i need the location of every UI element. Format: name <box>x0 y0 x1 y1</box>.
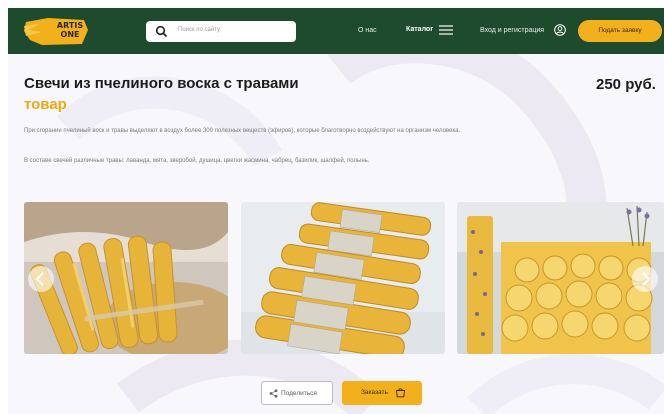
logo-text: ARTIS ONE <box>56 21 84 39</box>
gallery-prev-button[interactable] <box>28 266 54 292</box>
share-button[interactable]: Поделиться <box>261 381 333 405</box>
product-tag: товар <box>24 96 67 113</box>
share-label: Поделиться <box>281 390 317 397</box>
product-ingredients: В составе свечей различные травы: лаванд… <box>24 158 370 164</box>
share-icon <box>269 389 278 398</box>
gallery-photo-1[interactable] <box>24 202 228 354</box>
nav-login-link[interactable]: Вход и регистрация <box>480 27 544 34</box>
search-icon <box>155 25 168 38</box>
page-frame: ARTIS ONE Поиск по сайту О нас Каталог В… <box>8 8 664 414</box>
cart-icon <box>395 388 406 398</box>
site-header: ARTIS ONE Поиск по сайту О нас Каталог В… <box>8 8 664 54</box>
gallery-photo-2[interactable] <box>241 202 445 354</box>
product-price: 250 руб. <box>596 76 656 93</box>
order-button[interactable]: Заказать <box>342 381 422 405</box>
logo[interactable]: ARTIS ONE <box>22 14 90 48</box>
arrow-right-icon <box>642 272 651 286</box>
user-icon[interactable] <box>554 24 566 36</box>
apply-button[interactable]: Подать заявку <box>578 20 662 42</box>
nav-catalog-link[interactable]: Каталог <box>406 26 433 33</box>
product-title: Свечи из пчелиного воска с травами <box>24 75 299 92</box>
gallery-next-button[interactable] <box>632 266 658 292</box>
candles-basket-image <box>24 202 228 354</box>
nav-about-link[interactable]: О нас <box>358 27 377 34</box>
arrow-left-icon <box>35 272 44 286</box>
product-description: При сгорании пчелиный воск и травы выдел… <box>24 128 461 134</box>
search-input[interactable]: Поиск по сайту <box>146 21 296 42</box>
order-label: Заказать <box>361 389 388 396</box>
candle-bundles-image <box>241 202 445 354</box>
menu-icon[interactable] <box>439 25 453 35</box>
search-placeholder: Поиск по сайту <box>178 27 221 33</box>
